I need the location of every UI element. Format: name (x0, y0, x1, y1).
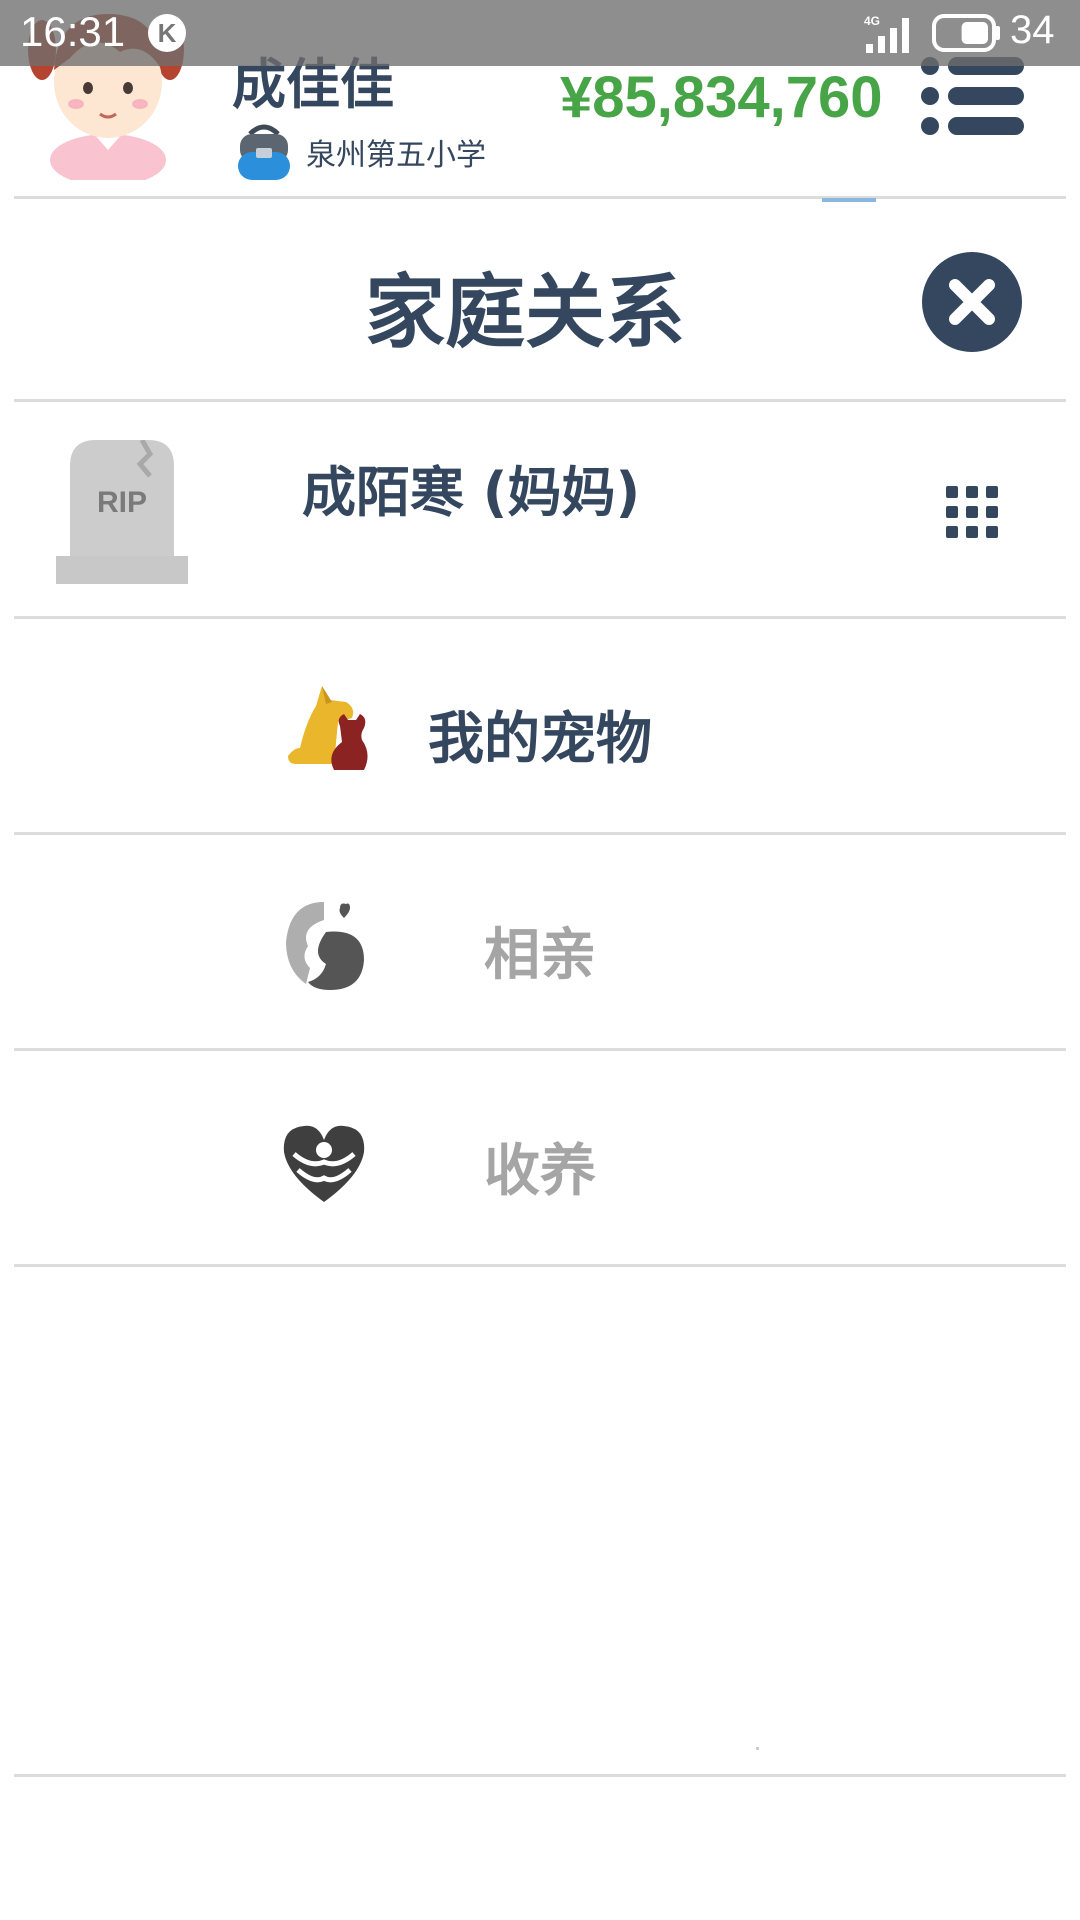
matchmaking-icon (286, 902, 364, 990)
grid-menu-icon[interactable] (946, 486, 998, 538)
divider (14, 1774, 1066, 1777)
divider (14, 1264, 1066, 1267)
dialog-title: 家庭关系 (365, 266, 685, 359)
tombstone-icon: RIP (56, 440, 188, 584)
divider (14, 399, 1066, 402)
close-button[interactable] (921, 251, 1023, 353)
app-badge-icon: K (148, 14, 186, 52)
signal-icon: 4G (864, 14, 909, 53)
scroll-dot (756, 1747, 759, 1750)
pet-icon (288, 686, 368, 770)
adopt-icon (283, 1125, 365, 1202)
option-label: 收养 (484, 1139, 596, 1204)
option-adopt[interactable]: 收养 (14, 1050, 1066, 1264)
tombstone-text: RIP (97, 486, 147, 519)
menu-list-icon[interactable] (920, 56, 1024, 136)
backpack-icon (238, 124, 290, 180)
network-type: 4G (864, 14, 880, 28)
money-balance: ¥85,834,760 (560, 65, 883, 130)
school-info: 泉州第五小学 (236, 122, 486, 182)
option-my-pets[interactable]: 我的宠物 (14, 618, 1066, 832)
option-matchmaking[interactable]: 相亲 (14, 834, 1066, 1048)
option-label: 我的宠物 (428, 707, 652, 772)
status-bar: 16:31 K 4G 34 (0, 0, 1080, 66)
battery-icon (932, 14, 1000, 52)
tab-indicator (822, 198, 876, 202)
relative-name: 成陌寒 (妈妈) (302, 461, 641, 524)
status-time: 16:31 (20, 8, 126, 55)
option-label: 相亲 (484, 923, 596, 988)
header-divider (14, 196, 1066, 199)
battery-level: 34 (1010, 8, 1055, 52)
school-name: 泉州第五小学 (306, 138, 486, 173)
